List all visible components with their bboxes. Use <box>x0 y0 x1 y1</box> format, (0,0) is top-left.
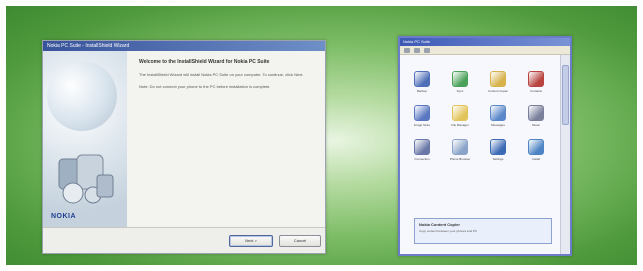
wizard-heading: Welcome to the InstallShield Wizard for … <box>139 59 270 65</box>
explorer-toolbar <box>400 46 570 55</box>
app-icon-label: File Manager <box>451 123 469 127</box>
explorer-title-bar: Nokia PC Suite <box>400 38 570 46</box>
image-icon <box>414 105 430 121</box>
browser-icon <box>452 139 468 155</box>
wizard-content: Welcome to the InstallShield Wizard for … <box>139 59 317 90</box>
app-icon-label: Sync <box>456 89 464 93</box>
phone-devices-graphic <box>58 154 114 204</box>
forward-icon[interactable] <box>414 47 420 53</box>
wizard-side-image: NOKIA <box>43 51 127 229</box>
app-icon-item[interactable]: Connection <box>404 139 440 161</box>
app-icon-label: Backup <box>416 89 427 93</box>
app-icon-item[interactable]: Install <box>518 139 554 161</box>
music-icon <box>528 105 544 121</box>
app-icon-item[interactable]: Sync <box>442 71 478 93</box>
app-icon-label: Phone Browser <box>449 157 471 161</box>
app-icon-item[interactable]: Phone Browser <box>442 139 478 161</box>
info-title: Nokia Content Copier <box>419 222 460 227</box>
messages-icon <box>490 105 506 121</box>
backup-icon <box>414 71 430 87</box>
next-button[interactable]: Next > <box>229 235 273 247</box>
connection-icon <box>414 139 430 155</box>
cancel-button[interactable]: Cancel <box>279 235 321 247</box>
background-panel: Nokia PC Suite - InstallShield Wizard NO… <box>6 6 637 265</box>
wizard-note-text: Note: Do not connect your phone to the P… <box>139 84 271 89</box>
app-icon-item[interactable]: Music <box>518 105 554 127</box>
pc-suite-window: Nokia PC Suite Backup Sync Content Copier C… <box>398 36 572 256</box>
app-icon-label: Content Copier <box>487 89 509 93</box>
app-icon-label: Install <box>532 157 540 161</box>
wizard-intro-text: The InstallShield Wizard will install No… <box>139 72 304 77</box>
app-icon-label: Image Store <box>413 123 431 127</box>
info-description: Copy content between your phones and PC <box>419 229 478 233</box>
app-icon-item[interactable]: Settings <box>480 139 516 161</box>
app-icon-label: Contacts <box>530 89 542 93</box>
folder-icon <box>452 105 468 121</box>
nokia-logo: NOKIA <box>51 213 77 220</box>
scrollbar-thumb[interactable] <box>562 65 569 125</box>
app-icon-label: Connection <box>414 157 430 161</box>
back-icon[interactable] <box>404 47 410 53</box>
install-icon <box>528 139 544 155</box>
app-icon-label: Messages <box>491 123 505 127</box>
app-icon-item[interactable]: Contacts <box>518 71 554 93</box>
wizard-title-bar: Nokia PC Suite - InstallShield Wizard <box>43 41 325 51</box>
app-icon-item[interactable]: Content Copier <box>480 71 516 93</box>
wizard-button-bar: Next > Cancel <box>43 227 325 253</box>
vertical-scrollbar[interactable] <box>560 55 570 254</box>
globe-graphic <box>47 61 117 131</box>
app-icon-item[interactable]: Messages <box>480 105 516 127</box>
app-icon-item[interactable]: File Manager <box>442 105 478 127</box>
settings-icon <box>490 139 506 155</box>
contacts-icon <box>528 71 544 87</box>
app-icon-item[interactable]: Backup <box>404 71 440 93</box>
app-icon-label: Settings <box>492 157 504 161</box>
sync-icon <box>452 71 468 87</box>
setup-wizard-window: Nokia PC Suite - InstallShield Wizard NO… <box>42 40 326 254</box>
folder-icon <box>490 71 506 87</box>
app-icon-label: Music <box>532 123 540 127</box>
app-icon-item[interactable]: Image Store <box>404 105 440 127</box>
info-tooltip: Nokia Content Copier Copy content betwee… <box>414 218 552 244</box>
up-icon[interactable] <box>424 47 430 53</box>
